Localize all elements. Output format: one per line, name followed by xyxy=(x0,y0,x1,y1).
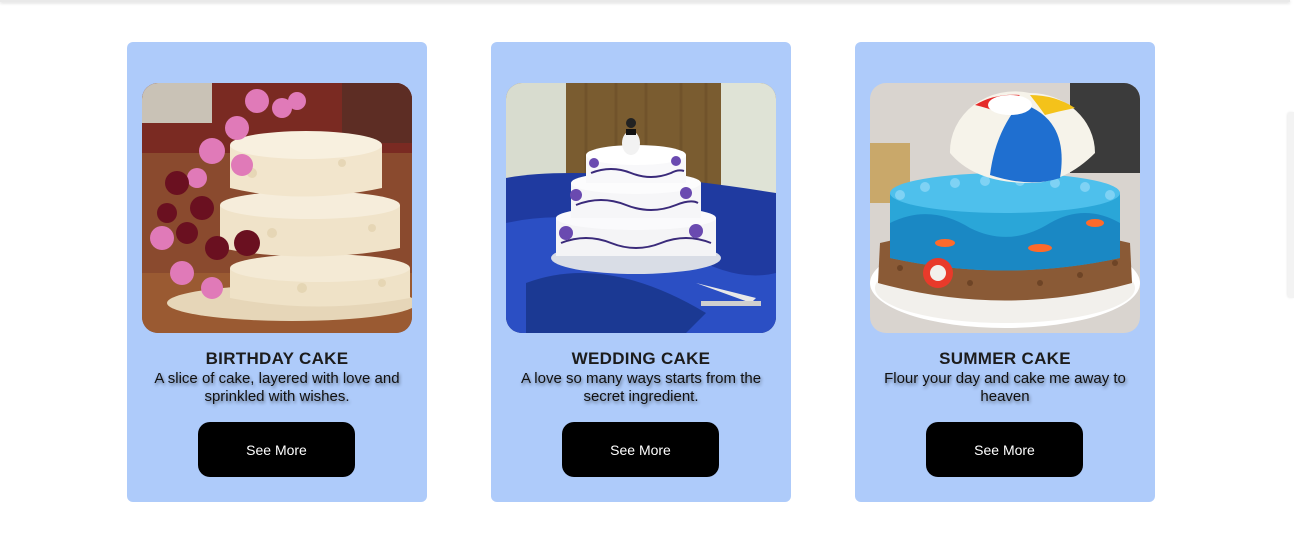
birthday-cake-photo xyxy=(142,83,412,333)
card-title: WEDDING CAKE xyxy=(571,349,711,368)
top-bar-shadow xyxy=(0,0,1290,2)
card-wedding-cake: WEDDING CAKE A love so many ways starts … xyxy=(491,42,791,502)
wedding-cake-photo xyxy=(506,83,776,333)
see-more-button[interactable]: See More xyxy=(198,422,355,477)
card-birthday-cake: BIRTHDAY CAKE A slice of cake, layered w… xyxy=(127,42,427,502)
card-summer-cake: SUMMER CAKE Flour your day and cake me a… xyxy=(855,42,1155,502)
see-more-button[interactable]: See More xyxy=(926,422,1083,477)
card-description: A slice of cake, layered with love and s… xyxy=(154,370,400,405)
summer-cake-photo xyxy=(870,83,1140,333)
card-title: BIRTHDAY CAKE xyxy=(205,349,349,368)
side-scroll-tab[interactable] xyxy=(1288,112,1294,298)
card-description: A love so many ways starts from the secr… xyxy=(520,370,762,405)
card-title: SUMMER CAKE xyxy=(939,349,1071,368)
card-description: Flour your day and cake me away to heave… xyxy=(884,370,1126,405)
see-more-button[interactable]: See More xyxy=(562,422,719,477)
